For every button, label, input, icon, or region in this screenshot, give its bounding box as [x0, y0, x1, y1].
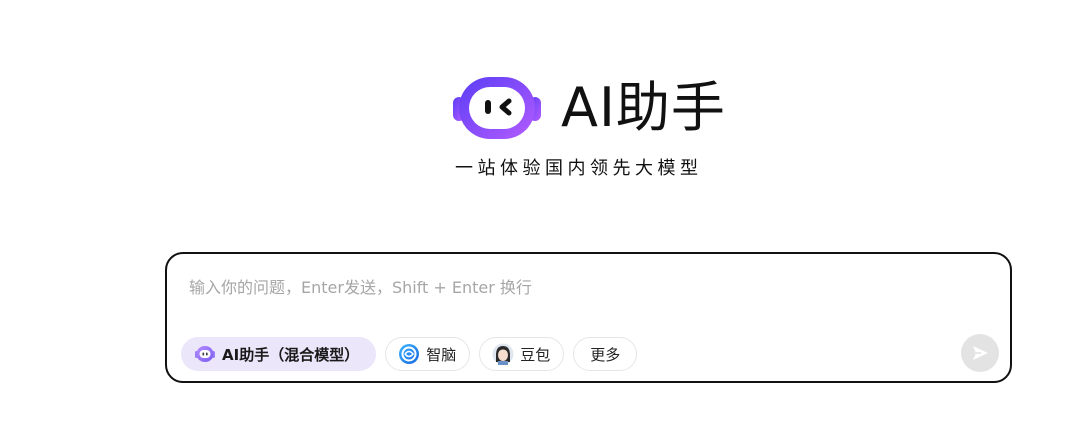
model-chip-label: 更多	[590, 345, 621, 364]
model-selector: AI助手（混合模型） 智脑 豆包 更多	[181, 336, 646, 372]
model-chip-more[interactable]: 更多	[573, 337, 638, 371]
model-chip-label: AI助手（混合模型）	[222, 345, 360, 364]
brand-tagline: 一站体验国内领先大模型	[455, 158, 703, 179]
robot-icon	[195, 346, 215, 362]
home-page: AI助手 一站体验国内领先大模型 输入你的问题，Enter发送，Shift + …	[0, 0, 1080, 447]
model-chip-ai-assistant[interactable]: AI助手（混合模型）	[181, 337, 377, 371]
doubao-avatar-icon	[492, 343, 514, 365]
model-chip-doubao[interactable]: 豆包	[479, 337, 565, 371]
chat-input[interactable]	[189, 274, 969, 300]
model-chip-zhinao[interactable]: 智脑	[385, 337, 471, 371]
brand-header: AI助手	[451, 68, 741, 148]
brand-title: AI助手	[561, 76, 726, 139]
zhinao-icon	[399, 344, 420, 364]
send-button[interactable]	[961, 334, 999, 372]
chat-composer: AI助手（混合模型） 智脑	[165, 252, 1012, 383]
model-chip-label: 智脑	[426, 345, 457, 364]
model-chip-label: 豆包	[520, 345, 551, 364]
robot-logo-icon	[453, 77, 541, 139]
send-arrow-icon	[973, 346, 988, 360]
